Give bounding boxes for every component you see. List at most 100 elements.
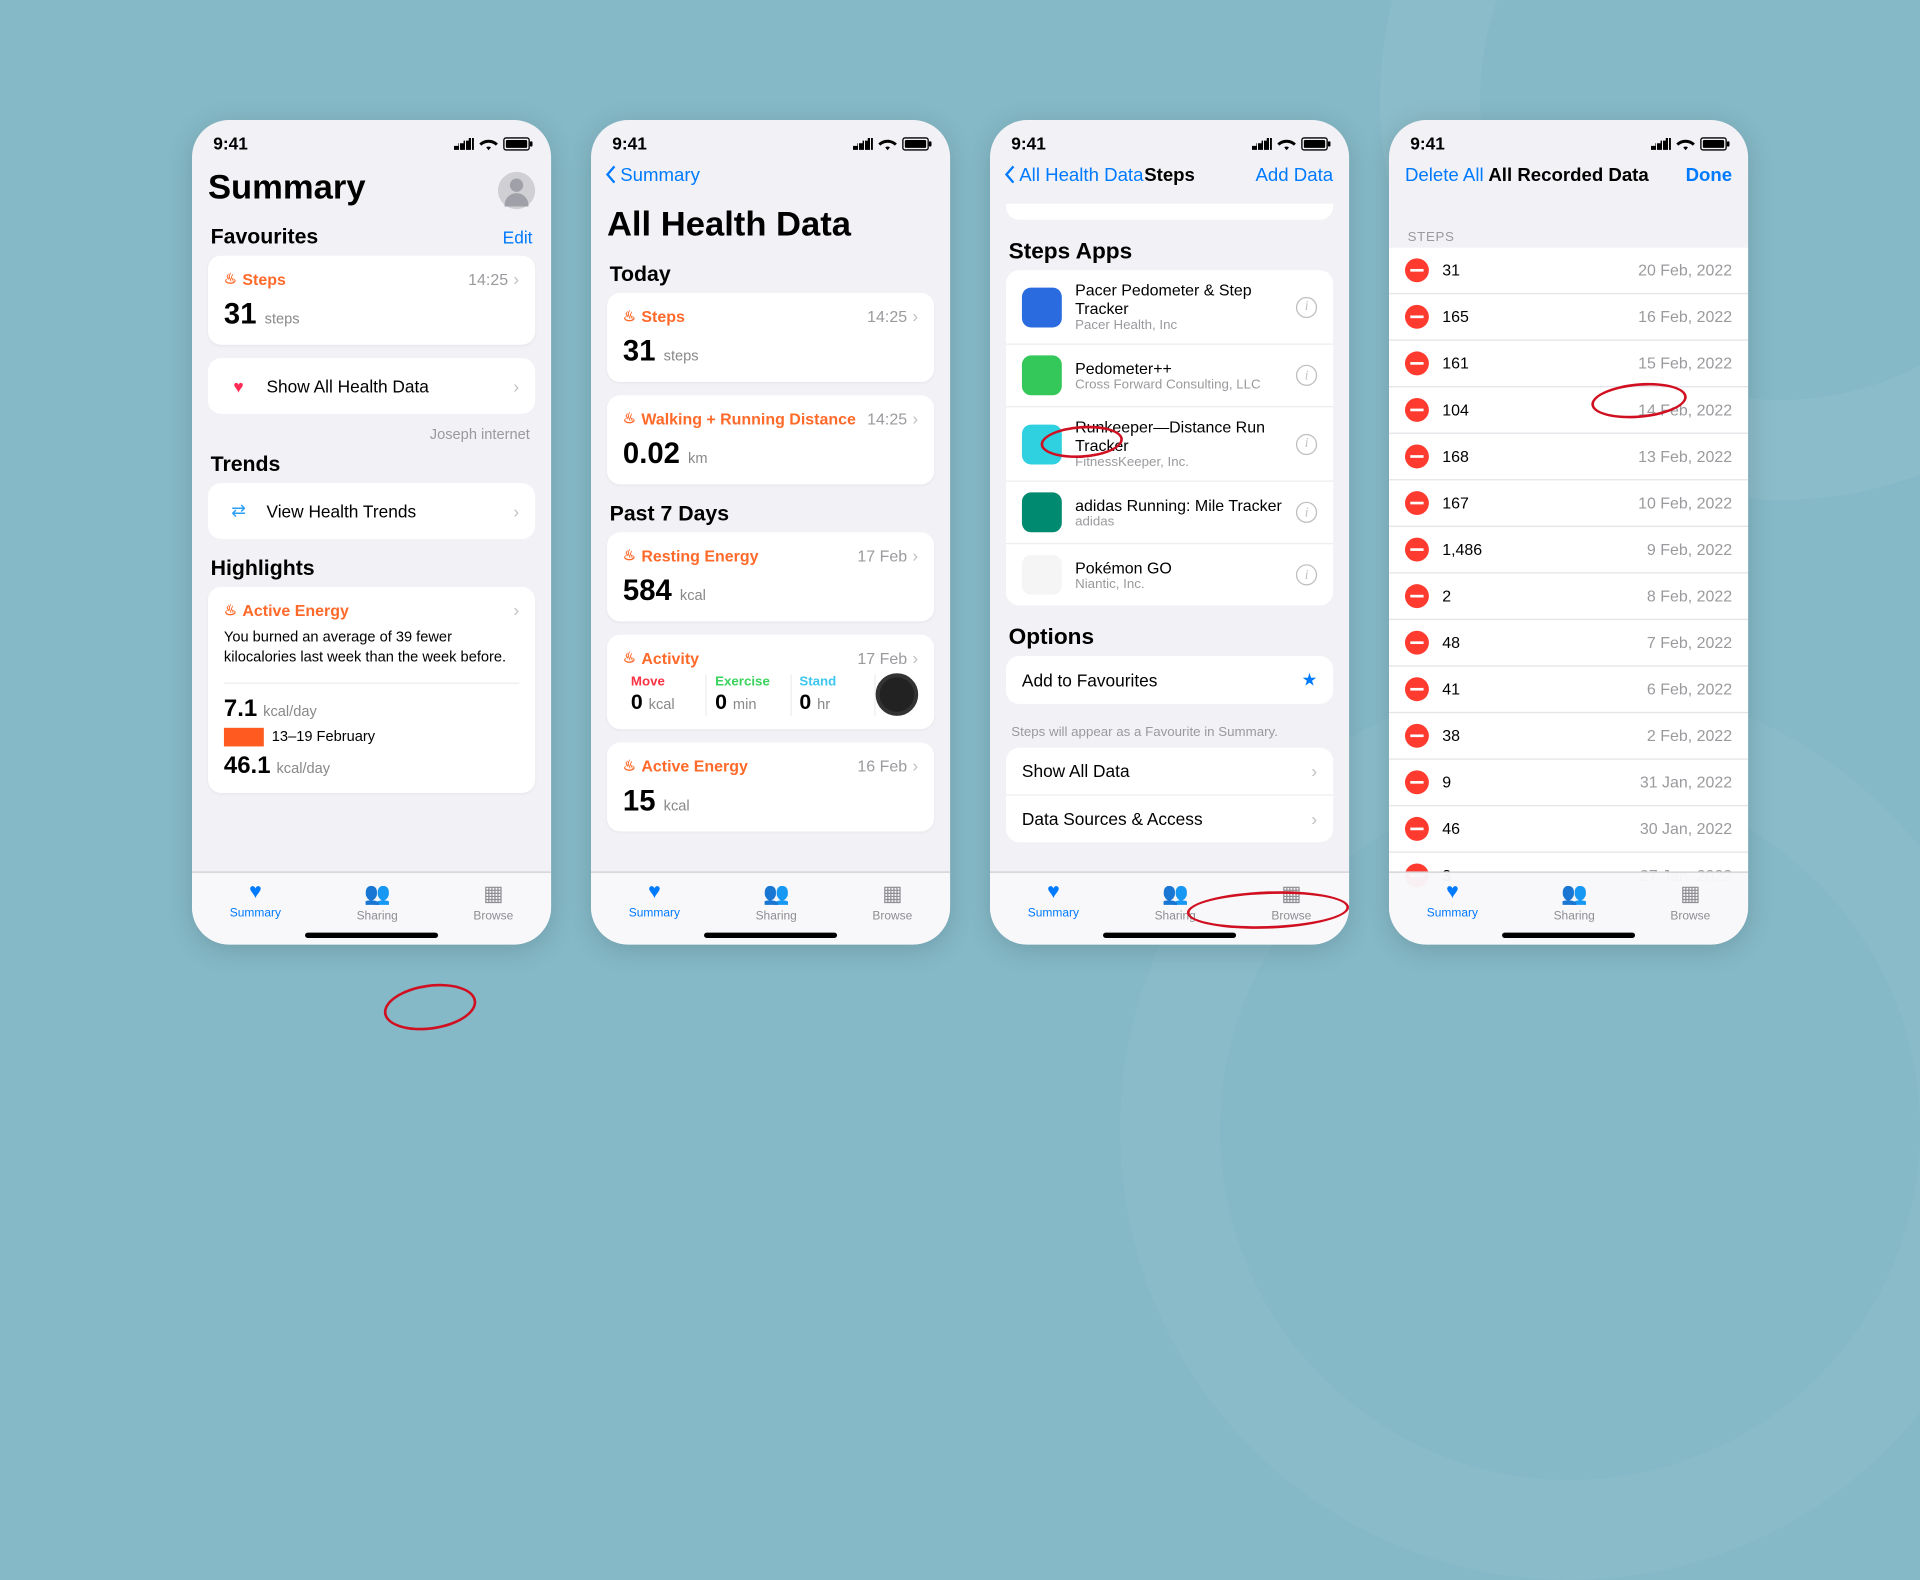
data-row[interactable]: 2 8 Feb, 2022: [1389, 574, 1748, 621]
favourites-header: Favourites Edit: [208, 221, 535, 256]
tab-browse[interactable]: ▦Browse: [473, 881, 513, 922]
home-indicator[interactable]: [704, 933, 837, 938]
tab-summary[interactable]: ♥Summary: [1427, 881, 1478, 920]
delete-all-button[interactable]: Delete All: [1405, 164, 1484, 185]
data-sources-access[interactable]: Data Sources & Access›: [1006, 796, 1333, 843]
delete-icon[interactable]: [1405, 445, 1429, 469]
nav-title: Steps: [1144, 164, 1195, 185]
data-row[interactable]: 167 10 Feb, 2022: [1389, 480, 1748, 527]
data-row[interactable]: 9 31 Jan, 2022: [1389, 760, 1748, 807]
app-row[interactable]: Pedometer++Cross Forward Consulting, LLC…: [1006, 345, 1333, 408]
info-icon[interactable]: i: [1296, 433, 1317, 454]
tab-sharing[interactable]: 👥Sharing: [1155, 881, 1196, 922]
home-indicator[interactable]: [1103, 933, 1236, 938]
edit-button[interactable]: Edit: [503, 228, 533, 248]
delete-icon[interactable]: [1405, 305, 1429, 329]
status-time: 9:41: [213, 133, 248, 153]
battery-icon: [1301, 137, 1328, 150]
home-indicator[interactable]: [1502, 933, 1635, 938]
show-all-data[interactable]: Show All Data›: [1006, 748, 1333, 796]
tab-summary[interactable]: ♥Summary: [230, 881, 281, 920]
delete-icon[interactable]: [1405, 538, 1429, 562]
app-publisher: Pacer Health, Inc: [1075, 318, 1282, 333]
view-trends[interactable]: ⇄ View Health Trends ›: [208, 483, 535, 539]
people-icon: 👥: [1561, 881, 1587, 908]
cellular-icon: [1651, 137, 1671, 150]
flame-icon: ♨: [623, 308, 636, 325]
profile-icon[interactable]: [498, 171, 535, 208]
info-icon[interactable]: i: [1296, 564, 1317, 585]
delete-icon[interactable]: [1405, 770, 1429, 794]
activity-card[interactable]: ♨Activity17 Feb› Move0 kcal Exercise0 mi…: [607, 635, 934, 729]
show-all-health-data[interactable]: ♥ Show All Health Data ›: [208, 358, 535, 414]
data-row[interactable]: 161 15 Feb, 2022: [1389, 341, 1748, 388]
data-value: 168: [1442, 447, 1625, 466]
flame-icon: ♨: [623, 757, 636, 774]
tab-summary[interactable]: ♥Summary: [1028, 881, 1079, 920]
status-time: 9:41: [612, 133, 647, 153]
delete-icon[interactable]: [1405, 677, 1429, 701]
steps-apps-list: Pacer Pedometer & Step TrackerPacer Heal…: [1006, 270, 1333, 605]
data-row[interactable]: 31 20 Feb, 2022: [1389, 248, 1748, 295]
steps-card[interactable]: ♨Steps 14:25› 31 steps: [208, 256, 535, 345]
data-row[interactable]: 165 16 Feb, 2022: [1389, 294, 1748, 341]
delete-icon[interactable]: [1405, 398, 1429, 422]
info-icon[interactable]: i: [1296, 296, 1317, 317]
data-row[interactable]: 41 6 Feb, 2022: [1389, 667, 1748, 714]
app-row[interactable]: Pokémon GONiantic, Inc. i: [1006, 544, 1333, 605]
app-row[interactable]: Pacer Pedometer & Step TrackerPacer Heal…: [1006, 270, 1333, 344]
back-button[interactable]: All Health Data: [1003, 164, 1143, 185]
delete-icon[interactable]: [1405, 258, 1429, 282]
app-row[interactable]: Runkeeper—Distance Run TrackerFitnessKee…: [1006, 407, 1333, 481]
data-date: 8 Feb, 2022: [1647, 587, 1732, 606]
tab-sharing[interactable]: 👥Sharing: [756, 881, 797, 922]
tab-browse[interactable]: ▦Browse: [1271, 881, 1311, 922]
app-name: Pokémon GO: [1075, 558, 1282, 577]
delete-icon[interactable]: [1405, 631, 1429, 655]
add-data-button[interactable]: Add Data: [1256, 164, 1334, 185]
show-all-label: Show All Health Data: [266, 376, 500, 396]
app-row[interactable]: adidas Running: Mile Trackeradidas i: [1006, 482, 1333, 545]
flame-icon: ♨: [623, 410, 636, 427]
home-indicator[interactable]: [305, 933, 438, 938]
tab-browse[interactable]: ▦Browse: [1670, 881, 1710, 922]
info-icon[interactable]: i: [1296, 365, 1317, 386]
options-header: Options: [1009, 624, 1094, 651]
walking-distance-card[interactable]: ♨Walking + Running Distance14:25› 0.02 k…: [607, 395, 934, 484]
data-row[interactable]: 38 2 Feb, 2022: [1389, 713, 1748, 760]
delete-icon[interactable]: [1405, 724, 1429, 748]
back-button[interactable]: Summary: [604, 164, 700, 185]
delete-icon[interactable]: [1405, 584, 1429, 608]
hl-value-2: 46.1: [224, 751, 271, 778]
add-to-favourites[interactable]: Add to Favourites★: [1006, 656, 1333, 704]
data-row[interactable]: 46 30 Jan, 2022: [1389, 806, 1748, 853]
info-icon[interactable]: i: [1296, 502, 1317, 523]
heart-icon: ♥: [224, 371, 253, 400]
delete-icon[interactable]: [1405, 491, 1429, 515]
highlight-title: Active Energy: [242, 601, 348, 620]
status-time: 9:41: [1011, 133, 1046, 153]
tab-sharing[interactable]: 👥Sharing: [357, 881, 398, 922]
app-publisher: FitnessKeeper, Inc.: [1075, 455, 1282, 470]
tab-browse[interactable]: ▦Browse: [872, 881, 912, 922]
app-icon: [1022, 355, 1062, 395]
data-row[interactable]: 104 14 Feb, 2022: [1389, 387, 1748, 434]
data-value: 161: [1442, 354, 1625, 373]
data-row[interactable]: 1,486 9 Feb, 2022: [1389, 527, 1748, 574]
delete-icon[interactable]: [1405, 817, 1429, 841]
data-row[interactable]: 168 13 Feb, 2022: [1389, 434, 1748, 481]
view-trends-label: View Health Trends: [266, 501, 500, 521]
status-bar: 9:41: [591, 120, 950, 159]
data-date: 14 Feb, 2022: [1638, 401, 1732, 420]
tab-summary[interactable]: ♥Summary: [629, 881, 680, 920]
steps-card[interactable]: ♨Steps14:25› 31 steps: [607, 293, 934, 382]
data-value: 31: [1442, 261, 1625, 280]
page-title: All Health Data: [607, 196, 934, 259]
highlight-card[interactable]: ♨Active Energy › You burned an average o…: [208, 587, 535, 793]
resting-energy-card[interactable]: ♨Resting Energy17 Feb› 584 kcal: [607, 532, 934, 621]
done-button[interactable]: Done: [1686, 164, 1733, 185]
tab-sharing[interactable]: 👥Sharing: [1554, 881, 1595, 922]
active-energy-card[interactable]: ♨Active Energy16 Feb› 15 kcal: [607, 742, 934, 831]
delete-icon[interactable]: [1405, 351, 1429, 375]
data-row[interactable]: 48 7 Feb, 2022: [1389, 620, 1748, 667]
